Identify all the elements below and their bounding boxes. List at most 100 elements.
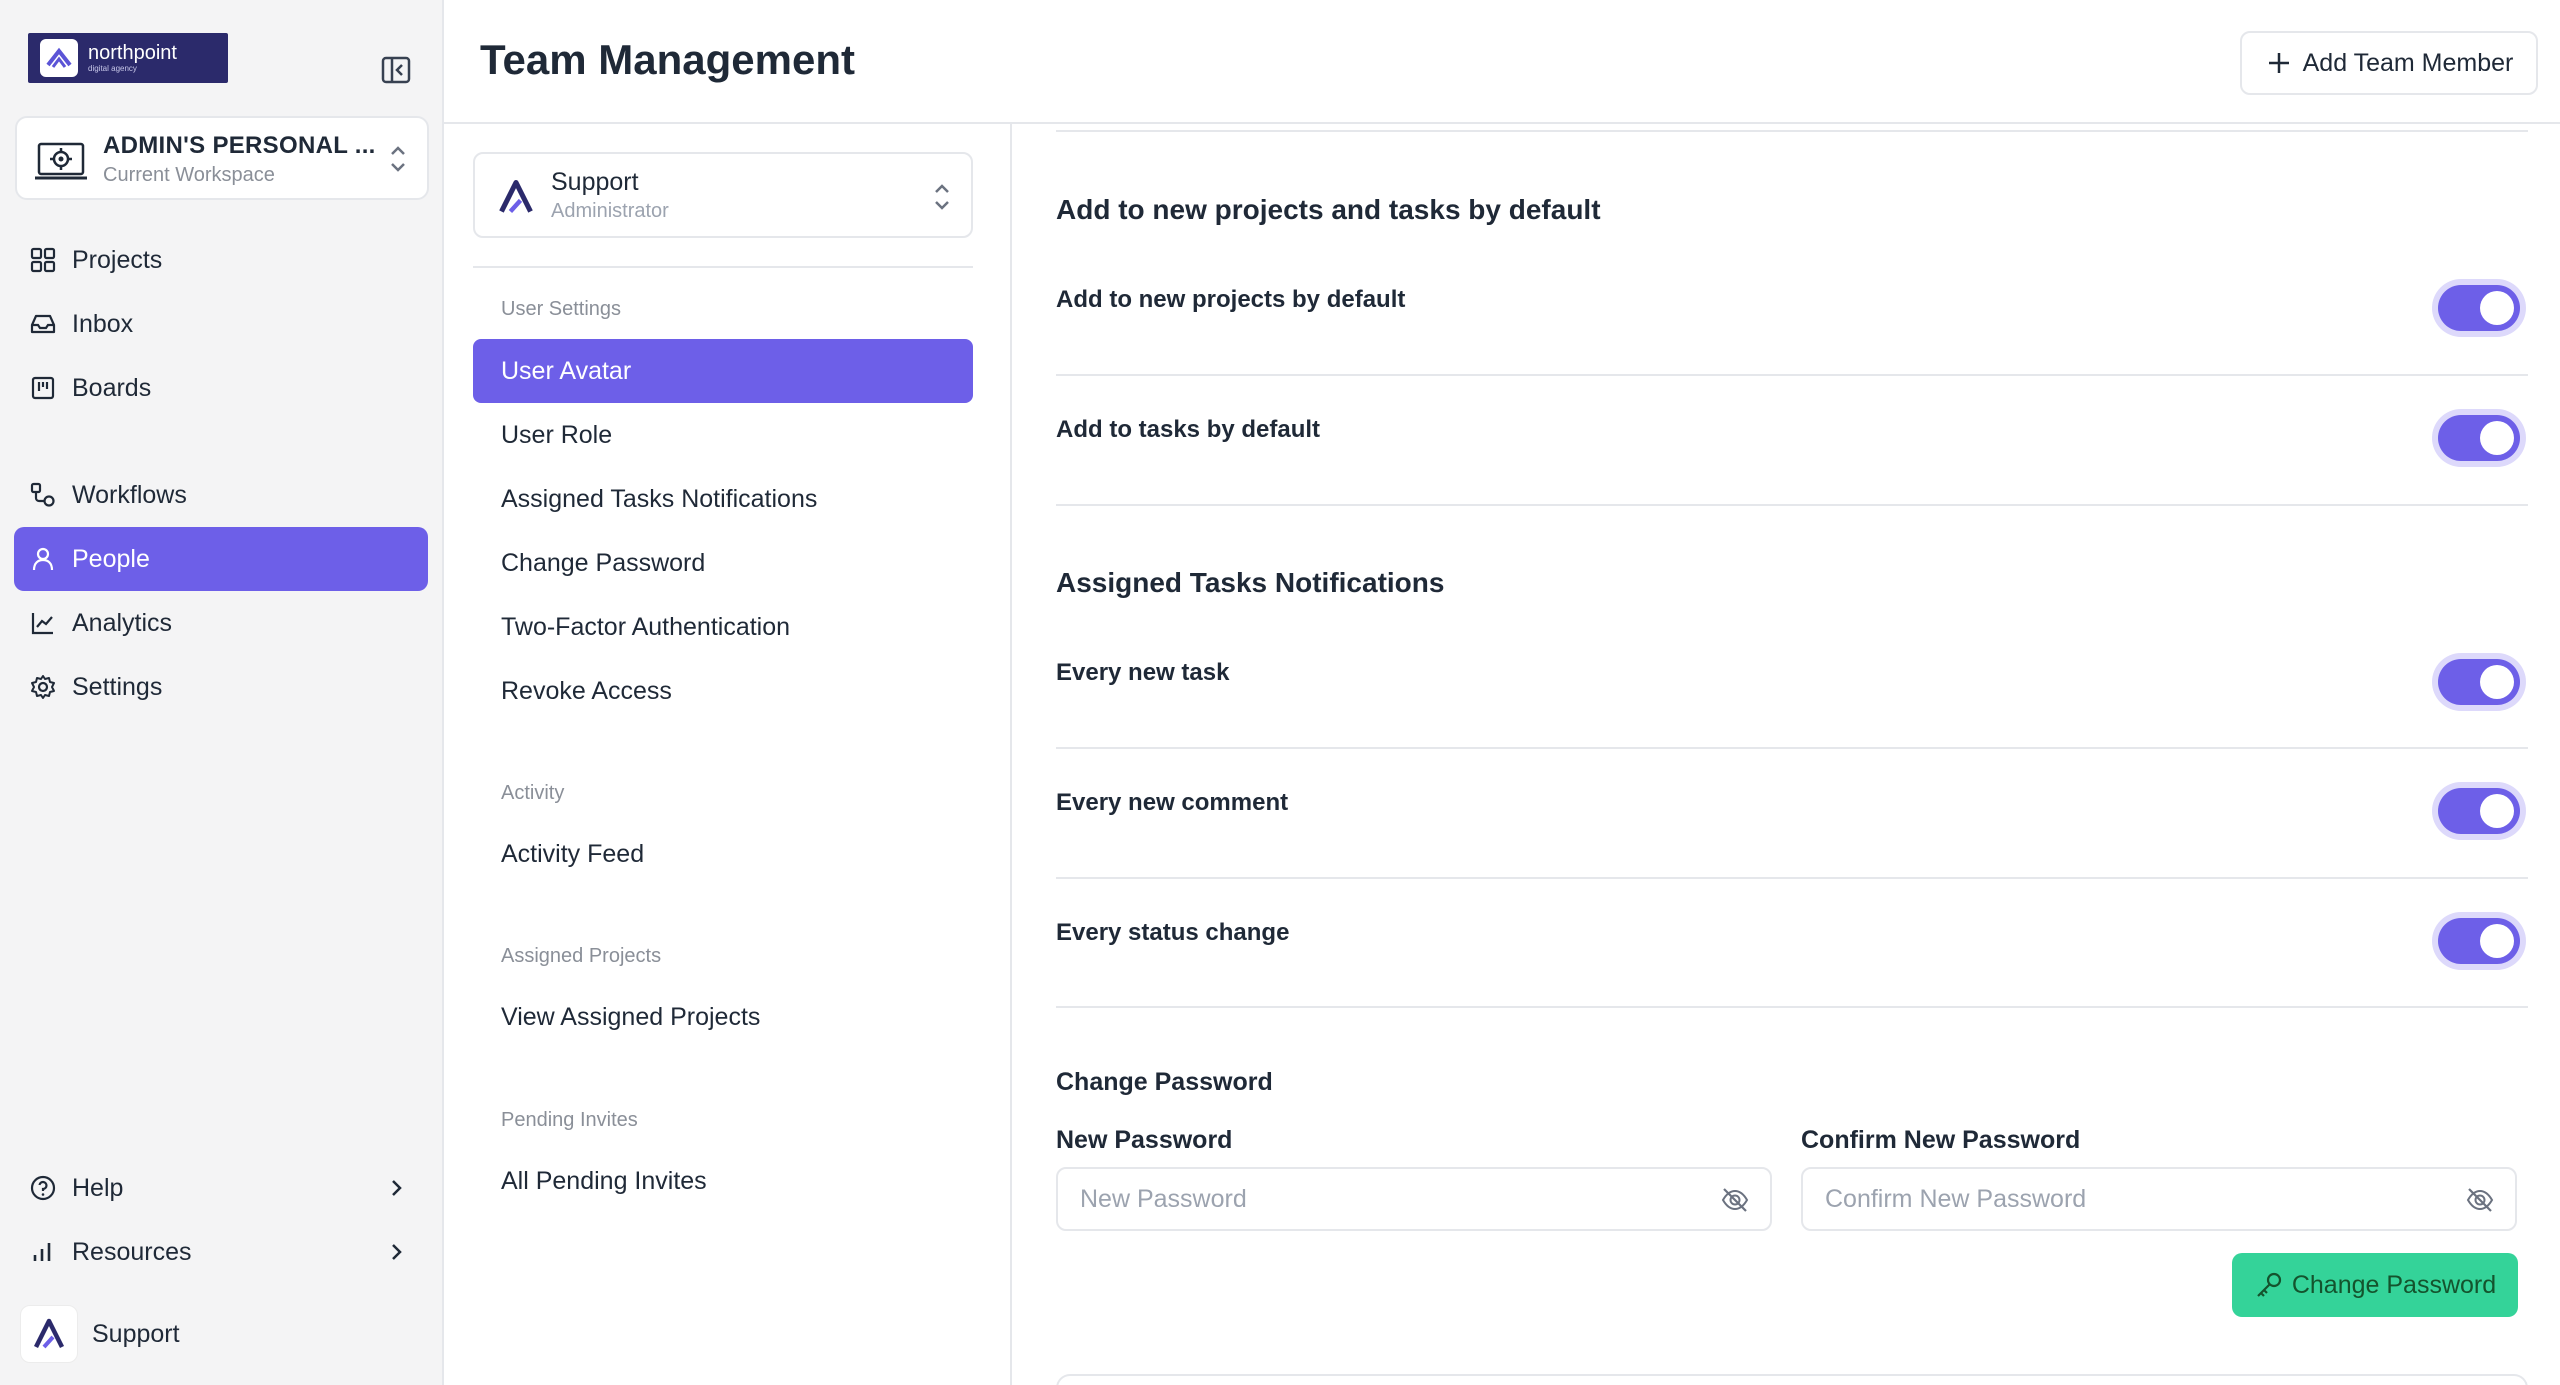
member-select[interactable]: Support Administrator — [473, 152, 973, 238]
notifications-section-title: Assigned Tasks Notifications — [1056, 567, 1445, 598]
user-icon — [28, 544, 58, 574]
menu-revoke-access[interactable]: Revoke Access — [473, 659, 973, 723]
help-circle-icon — [28, 1173, 58, 1203]
next-section-card — [1056, 1374, 2528, 1385]
divider — [1056, 747, 2528, 749]
menu-change-password[interactable]: Change Password — [473, 531, 973, 595]
page-header: Team Management Add Team Member — [444, 0, 2560, 124]
chevron-right-icon — [382, 1174, 410, 1202]
divider — [1056, 1006, 2528, 1008]
member-role: Administrator — [551, 200, 669, 222]
sidebar: northpoint digital agency ADMIN'S PERSON… — [0, 0, 444, 1385]
nav-label: Projects — [72, 245, 163, 274]
toggle-knob — [2480, 421, 2514, 455]
every-new-comment-label: Every new comment — [1056, 789, 1289, 816]
current-user[interactable]: Support — [20, 1305, 180, 1363]
toggle-knob — [2480, 291, 2514, 325]
section-heading-user-settings: User Settings — [501, 298, 622, 320]
workspace-switcher[interactable]: ADMIN'S PERSONAL ... Current Workspace — [15, 116, 429, 200]
member-settings-nav: Support Administrator User Settings User… — [444, 124, 1012, 1385]
workspace-subtitle: Current Workspace — [103, 164, 275, 186]
nav-workflows[interactable]: Workflows — [14, 463, 428, 527]
every-new-task-toggle[interactable] — [2438, 659, 2520, 705]
menu-user-role[interactable]: User Role — [473, 403, 973, 467]
divider — [1056, 130, 2528, 132]
nav-label: People — [72, 544, 150, 573]
every-new-comment-toggle[interactable] — [2438, 788, 2520, 834]
brand-tagline: digital agency — [88, 64, 137, 73]
current-user-name: Support — [92, 1319, 180, 1348]
divider — [473, 266, 973, 268]
inbox-icon — [28, 309, 58, 339]
eye-off-icon[interactable] — [2465, 1185, 2495, 1215]
bar-chart-icon — [28, 1237, 58, 1267]
nav-boards[interactable]: Boards — [14, 356, 428, 420]
change-password-title: Change Password — [1056, 1068, 1273, 1096]
nav-analytics[interactable]: Analytics — [14, 591, 428, 655]
nav-label: Help — [72, 1173, 124, 1202]
nav-label: Inbox — [72, 309, 134, 338]
toggle-knob — [2480, 665, 2514, 699]
plus-icon — [2265, 49, 2293, 77]
divider — [1056, 877, 2528, 879]
change-password-button-label: Change Password — [2291, 1270, 2497, 1299]
default-projects-toggle[interactable] — [2438, 285, 2520, 331]
toggle-knob — [2480, 924, 2514, 958]
new-password-label: New Password — [1056, 1126, 1233, 1154]
change-password-button[interactable]: Change Password — [2232, 1253, 2518, 1317]
key-icon — [2254, 1270, 2284, 1300]
divider — [1056, 504, 2528, 506]
member-avatar-icon — [497, 178, 535, 216]
nav-people[interactable]: People — [14, 527, 428, 591]
confirm-password-label: Confirm New Password — [1801, 1126, 2081, 1154]
logo-mark-icon — [40, 39, 78, 77]
nav-resources[interactable]: Resources — [14, 1220, 428, 1284]
section-heading-pending-invites: Pending Invites — [501, 1109, 638, 1131]
workspace-name: ADMIN'S PERSONAL ... — [103, 132, 376, 159]
grid-icon — [28, 245, 58, 275]
gear-icon — [28, 672, 58, 702]
divider — [1056, 374, 2528, 376]
confirm-password-input[interactable] — [1801, 1167, 2517, 1231]
board-icon — [28, 373, 58, 403]
nav-label: Resources — [72, 1237, 192, 1266]
add-team-member-label: Add Team Member — [2302, 48, 2514, 77]
defaults-section-title: Add to new projects and tasks by default — [1056, 194, 1601, 225]
eye-off-icon[interactable] — [1720, 1185, 1750, 1215]
every-new-task-label: Every new task — [1056, 659, 1230, 686]
workspace-icon — [33, 132, 89, 188]
nav-label: Boards — [72, 373, 152, 402]
nav-label: Workflows — [72, 480, 187, 509]
nav-label: Settings — [72, 672, 163, 701]
default-projects-label: Add to new projects by default — [1056, 286, 1406, 313]
every-status-change-toggle[interactable] — [2438, 918, 2520, 964]
brand-logo[interactable]: northpoint digital agency — [28, 33, 228, 83]
chart-line-icon — [28, 608, 58, 638]
workflow-icon — [28, 480, 58, 510]
menu-assigned-tasks-notifications[interactable]: Assigned Tasks Notifications — [473, 467, 973, 531]
avatar — [20, 1305, 78, 1363]
add-team-member-button[interactable]: Add Team Member — [2240, 31, 2538, 95]
sidebar-collapse-icon[interactable] — [380, 55, 412, 85]
menu-user-avatar[interactable]: User Avatar — [473, 339, 973, 403]
chevron-up-down-icon — [931, 180, 953, 214]
default-tasks-toggle[interactable] — [2438, 415, 2520, 461]
brand-name: northpoint — [88, 42, 177, 64]
page-title: Team Management — [480, 36, 855, 83]
toggle-knob — [2480, 794, 2514, 828]
default-tasks-label: Add to tasks by default — [1056, 416, 1321, 443]
chevron-up-down-icon — [387, 142, 409, 176]
menu-view-assigned-projects[interactable]: View Assigned Projects — [473, 985, 973, 1049]
member-name: Support — [551, 168, 639, 196]
menu-all-pending-invites[interactable]: All Pending Invites — [473, 1149, 973, 1213]
nav-settings[interactable]: Settings — [14, 655, 428, 719]
new-password-input[interactable] — [1056, 1167, 1772, 1231]
nav-label: Analytics — [72, 608, 173, 637]
section-heading-activity: Activity — [501, 782, 565, 804]
chevron-right-icon — [382, 1238, 410, 1266]
nav-projects[interactable]: Projects — [14, 228, 428, 292]
nav-help[interactable]: Help — [14, 1156, 428, 1220]
nav-inbox[interactable]: Inbox — [14, 292, 428, 356]
menu-activity-feed[interactable]: Activity Feed — [473, 822, 973, 886]
menu-two-factor-authentication[interactable]: Two-Factor Authentication — [473, 595, 973, 659]
